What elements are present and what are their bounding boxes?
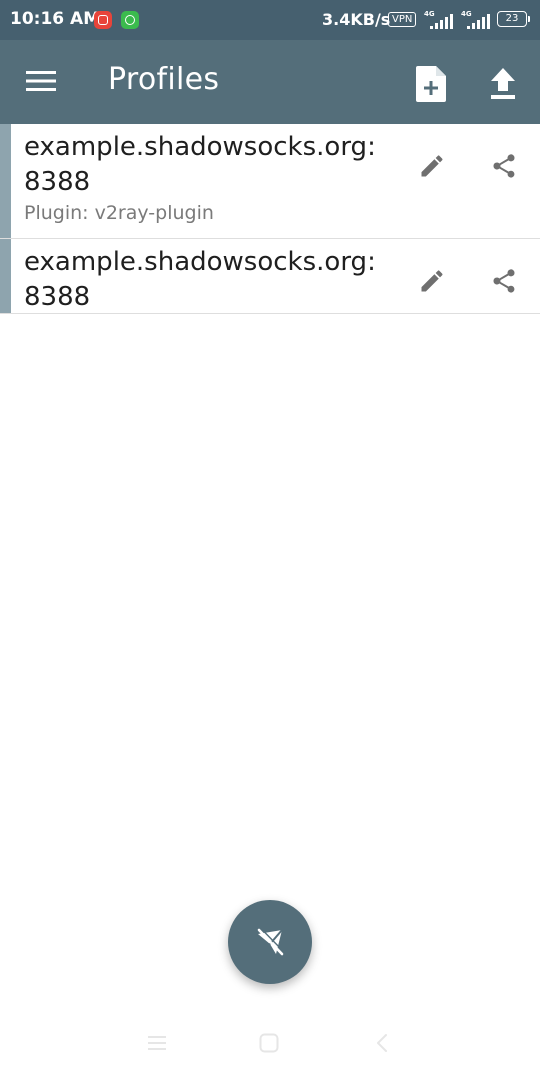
menu-lines-icon [148, 1036, 166, 1050]
app-bar: Profiles [0, 40, 540, 124]
share-button[interactable] [480, 142, 528, 190]
add-profile-button[interactable] [406, 60, 458, 108]
battery-icon: 23 [497, 11, 530, 27]
profile-list: example.shadowsocks.org: 8388 Plugin: v2… [0, 124, 540, 314]
menu-button[interactable] [14, 58, 70, 106]
profile-plugin: Plugin: v2ray-plugin [24, 202, 214, 224]
recent-apps-button[interactable] [146, 1032, 170, 1056]
square-icon [259, 1033, 279, 1053]
share-button[interactable] [480, 257, 528, 305]
notification-app-icon-2 [121, 11, 139, 29]
connect-fab[interactable] [228, 900, 312, 984]
profile-name: example.shadowsocks.org: 8388 [24, 132, 376, 197]
edit-button[interactable] [408, 257, 456, 305]
edit-button[interactable] [408, 142, 456, 190]
profile-item[interactable]: example.shadowsocks.org: 8388 Plugin: v2… [0, 124, 540, 239]
profile-name: example.shadowsocks.org: 8388 [24, 247, 376, 312]
chevron-left-icon [377, 1034, 387, 1052]
back-button[interactable] [372, 1032, 396, 1056]
signal-icon: 4G [424, 10, 456, 30]
system-nav-bar [0, 1024, 540, 1064]
status-time: 10:16 AM [10, 9, 101, 29]
status-bar: 10:16 AM 3.4KB/s VPN 4G 4G 23 [0, 0, 540, 40]
vpn-badge: VPN [388, 12, 417, 27]
home-button[interactable] [258, 1032, 282, 1056]
import-button[interactable] [478, 60, 530, 108]
selected-indicator [0, 124, 11, 238]
selected-indicator [0, 239, 11, 313]
notification-app-icon [94, 11, 112, 29]
page-title: Profiles [108, 62, 220, 97]
network-speed: 3.4KB/s [322, 10, 391, 29]
profile-item[interactable]: example.shadowsocks.org: 8388 [0, 239, 540, 314]
signal-icon-2: 4G [461, 10, 493, 30]
